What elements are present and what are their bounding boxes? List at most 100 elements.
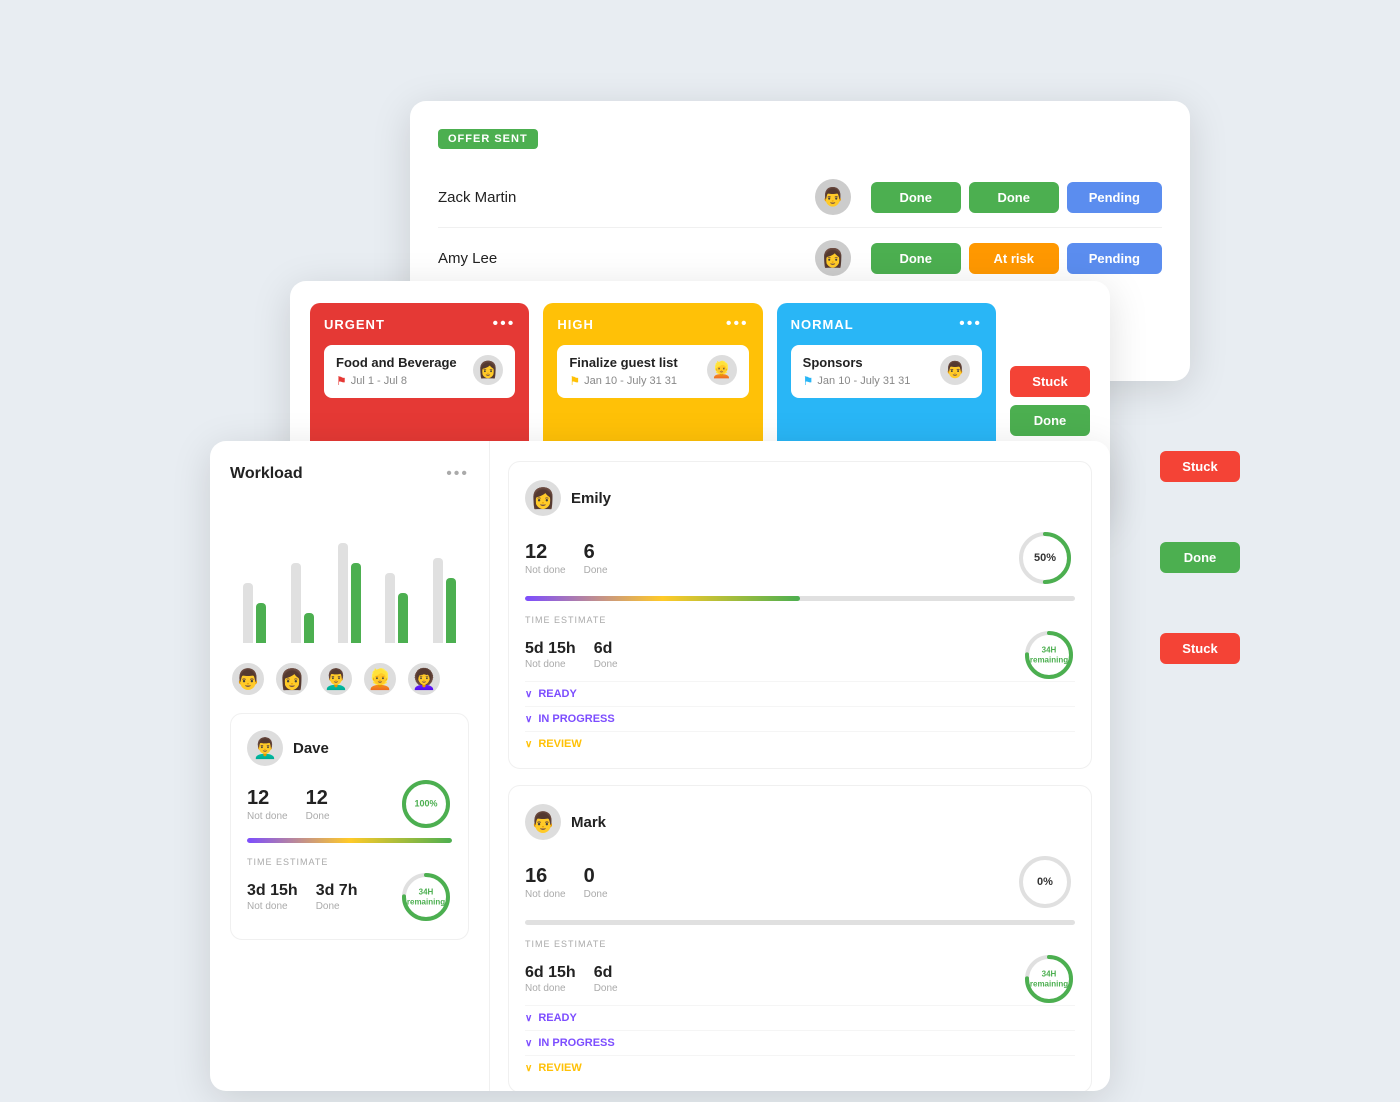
mark-card: 👨 Mark 16 Not done 0 Done bbox=[508, 785, 1092, 1091]
side-status-done-2[interactable]: Done bbox=[1160, 542, 1240, 573]
bar-group-1 bbox=[238, 583, 271, 643]
bar-green-4 bbox=[398, 593, 408, 643]
task-avatar-normal: 👨 bbox=[940, 355, 970, 385]
kanban-task-high[interactable]: Finalize guest list ⚑ Jan 10 - July 31 3… bbox=[557, 345, 748, 398]
emily-remaining-circle: 34Hremaining bbox=[1023, 629, 1075, 681]
dave-time-not-done: 3d 15h Not done bbox=[247, 882, 298, 912]
dave-not-done: 12 Not done bbox=[247, 787, 288, 822]
mark-ready[interactable]: ∨ READY bbox=[525, 1005, 1075, 1030]
emily-progress-fill bbox=[525, 596, 800, 601]
emily-review[interactable]: ∨ REVIEW bbox=[525, 731, 1075, 756]
emily-pct-text: 50% bbox=[1034, 552, 1056, 564]
chevron-icon-emily-review: ∨ bbox=[525, 739, 532, 750]
dave-progress-bar bbox=[247, 838, 452, 843]
flag-blue-icon: ⚑ bbox=[803, 374, 814, 388]
task-avatar-high: 👱 bbox=[707, 355, 737, 385]
side-status-done[interactable]: Done bbox=[1010, 405, 1090, 436]
dave-stats-row: 12 Not done 12 Done 100% bbox=[247, 778, 452, 830]
emily-pct-circle: 50% bbox=[1015, 528, 1075, 588]
emily-progress-bar bbox=[525, 596, 1075, 601]
mark-stats-row: 16 Not done 0 Done 0% bbox=[525, 852, 1075, 912]
side-status-stuck-2[interactable]: Stuck bbox=[1160, 451, 1240, 482]
dave-not-done-label: Not done bbox=[247, 811, 288, 822]
mark-remaining-text: 34Hremaining bbox=[1030, 969, 1068, 988]
bar-green-5 bbox=[446, 578, 456, 643]
bar-gray-4 bbox=[385, 573, 395, 643]
bar-green-3 bbox=[351, 563, 361, 643]
mark-name: Mark bbox=[571, 814, 606, 831]
kanban-dots-high: ••• bbox=[726, 315, 749, 333]
task-avatar-urgent: 👩 bbox=[473, 355, 503, 385]
task-date-high: ⚑ Jan 10 - July 31 31 bbox=[569, 374, 677, 388]
mark-time-done: 6d Done bbox=[594, 964, 618, 994]
dave-done-label: Done bbox=[306, 811, 330, 822]
status-done-3[interactable]: Done bbox=[871, 243, 961, 274]
dave-header: 👨‍🦱 Dave bbox=[247, 730, 452, 766]
bar-green-1 bbox=[256, 603, 266, 643]
task-title-urgent: Food and Beverage bbox=[336, 355, 457, 370]
dave-circle-text: 100% bbox=[414, 799, 437, 810]
status-done-1[interactable]: Done bbox=[871, 182, 961, 213]
kanban-dots-urgent: ••• bbox=[493, 315, 516, 333]
front-card: Workload ••• bbox=[210, 441, 1110, 1091]
status-done-2[interactable]: Done bbox=[969, 182, 1059, 213]
workload-header: Workload ••• bbox=[230, 465, 469, 483]
status-atrisk-1[interactable]: At risk bbox=[969, 243, 1059, 274]
bar-gray-2 bbox=[291, 563, 301, 643]
workload-panel: Workload ••• bbox=[210, 441, 490, 1091]
dave-time-done: 3d 7h Done bbox=[316, 882, 358, 912]
kanban-task-urgent[interactable]: Food and Beverage ⚑ Jul 1 - Jul 8 👩 bbox=[324, 345, 515, 398]
task-date-urgent: ⚑ Jul 1 - Jul 8 bbox=[336, 374, 457, 388]
offer-name-amy: Amy Lee bbox=[438, 250, 815, 267]
side-status-stuck[interactable]: Stuck bbox=[1010, 366, 1090, 397]
side-status-stuck-3[interactable]: Stuck bbox=[1160, 633, 1240, 664]
dave-remaining-text: 34Hremaining bbox=[407, 887, 445, 906]
mark-in-progress[interactable]: ∨ IN PROGRESS bbox=[525, 1030, 1075, 1055]
dave-time-not-done-num: 3d 15h bbox=[247, 882, 298, 900]
emily-name: Emily bbox=[571, 490, 611, 507]
mark-pct-text: 0% bbox=[1037, 876, 1053, 888]
kanban-title-high: HIGH bbox=[557, 317, 594, 332]
dave-circle: 100% bbox=[400, 778, 452, 830]
task-title-normal: Sponsors bbox=[803, 355, 911, 370]
dave-time-label: TIME ESTIMATE bbox=[247, 857, 452, 867]
flag-red-icon: ⚑ bbox=[336, 374, 347, 388]
dave-avatar: 👨‍🦱 bbox=[247, 730, 283, 766]
workload-title: Workload bbox=[230, 465, 303, 483]
emily-not-done: 12 Not done bbox=[525, 541, 566, 576]
status-pending-2[interactable]: Pending bbox=[1067, 243, 1162, 274]
mini-avatar-5: 👩‍🦱 bbox=[406, 661, 442, 697]
status-pending-1[interactable]: Pending bbox=[1067, 182, 1162, 213]
dave-name: Dave bbox=[293, 740, 329, 757]
flag-yellow-icon: ⚑ bbox=[569, 374, 580, 388]
people-panel: 👩 Emily 12 Not done 6 Done bbox=[490, 441, 1110, 1091]
mark-review[interactable]: ∨ REVIEW bbox=[525, 1055, 1075, 1080]
emily-in-progress[interactable]: ∨ IN PROGRESS bbox=[525, 706, 1075, 731]
chevron-icon-mark-progress: ∨ bbox=[525, 1038, 532, 1049]
workload-avatar-row: 👨 👩 👨‍🦱 👱 👩‍🦱 bbox=[230, 661, 469, 697]
emily-time-not-done: 5d 15h Not done bbox=[525, 640, 576, 670]
offer-statuses-zack: Done Done Pending bbox=[871, 182, 1162, 213]
bar-gray-5 bbox=[433, 558, 443, 643]
mini-avatar-3: 👨‍🦱 bbox=[318, 661, 354, 697]
bar-green-2 bbox=[304, 613, 314, 643]
dave-card: 👨‍🦱 Dave 12 Not done 12 Done bbox=[230, 713, 469, 940]
emily-header: 👩 Emily bbox=[525, 480, 1075, 516]
emily-card: 👩 Emily 12 Not done 6 Done bbox=[508, 461, 1092, 769]
offer-row-zack: Zack Martin 👨 Done Done Pending bbox=[438, 167, 1162, 228]
chevron-icon-emily-ready: ∨ bbox=[525, 689, 532, 700]
avatar-amy: 👩 bbox=[815, 240, 851, 276]
emily-ready[interactable]: ∨ READY bbox=[525, 681, 1075, 706]
chevron-icon-emily-progress: ∨ bbox=[525, 714, 532, 725]
mark-remaining-circle: 34Hremaining bbox=[1023, 953, 1075, 1005]
kanban-header-high: HIGH ••• bbox=[557, 315, 748, 333]
dave-time-done-num: 3d 7h bbox=[316, 882, 358, 900]
offer-statuses-amy: Done At risk Pending bbox=[871, 243, 1162, 274]
bar-group-5 bbox=[428, 558, 461, 643]
chevron-icon-mark-ready: ∨ bbox=[525, 1013, 532, 1024]
mark-avatar: 👨 bbox=[525, 804, 561, 840]
mark-pct-circle: 0% bbox=[1015, 852, 1075, 912]
kanban-dots-normal: ••• bbox=[959, 315, 982, 333]
task-title-high: Finalize guest list bbox=[569, 355, 677, 370]
kanban-task-normal[interactable]: Sponsors ⚑ Jan 10 - July 31 31 👨 bbox=[791, 345, 982, 398]
